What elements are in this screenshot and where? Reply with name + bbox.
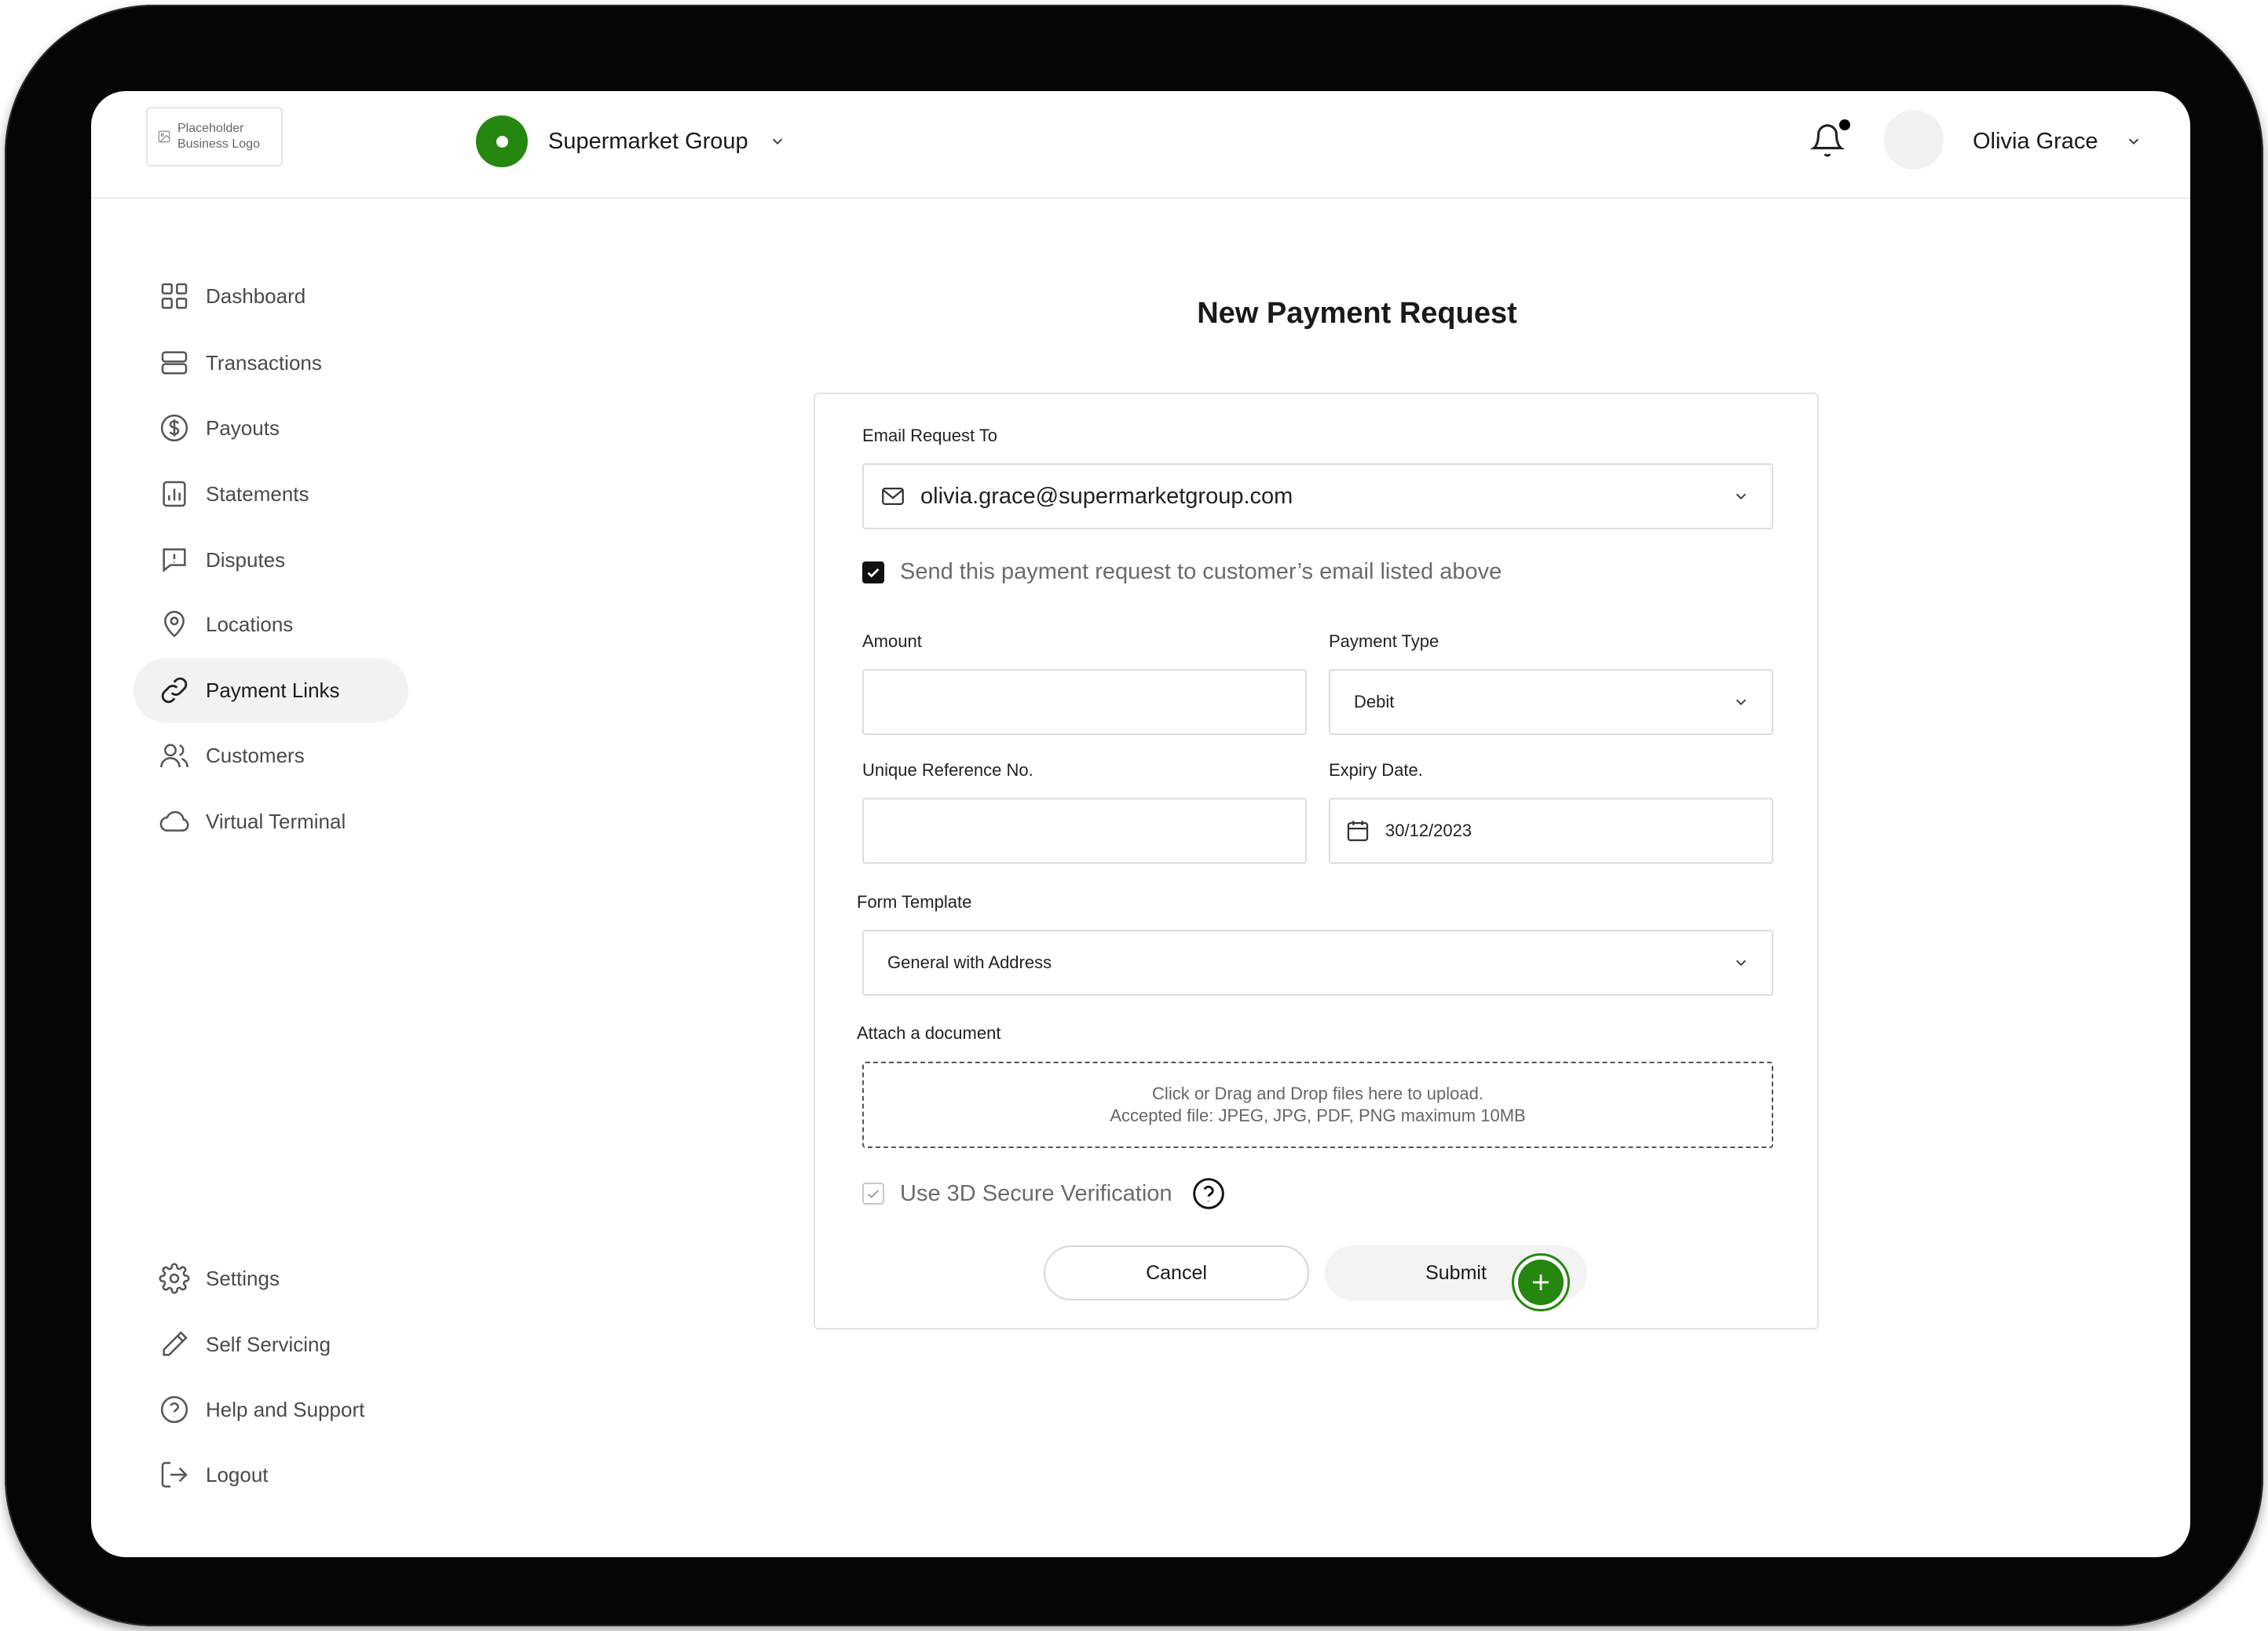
sidebar-item-label: Settings (206, 1266, 280, 1290)
sidebar-item-self-servicing[interactable]: Self Servicing (134, 1312, 408, 1377)
link-icon (161, 677, 188, 704)
top-header: Placeholder Business Logo Supermarket Gr… (91, 91, 2190, 199)
business-switcher[interactable]: Supermarket Group (476, 115, 786, 168)
plus-icon (1533, 1274, 1549, 1290)
pencil-icon (163, 1331, 188, 1356)
chevron-down-icon (2128, 138, 2138, 145)
sidebar-item-statements[interactable]: Statements (134, 462, 408, 526)
reference-input[interactable] (862, 798, 1307, 864)
image-placeholder-icon (158, 130, 170, 143)
logo-text-line2: Business Logo (177, 137, 260, 151)
stack-icon (161, 351, 188, 375)
email-select[interactable]: olivia.grace@supermarketgroup.com (862, 463, 1773, 529)
sidebar-item-customers[interactable]: Customers (134, 723, 408, 788)
chevron-down-icon (772, 138, 782, 145)
secure-verification-checkbox[interactable] (862, 1183, 884, 1205)
form-template-value: General with Address (887, 953, 1052, 972)
expiry-date-input[interactable]: 30/12/2023 (1329, 798, 1773, 864)
payment-type-label: Payment Type (1329, 631, 1439, 651)
map-pin-icon (164, 611, 185, 638)
payment-type-value: Debit (1354, 692, 1395, 711)
business-logo[interactable]: Placeholder Business Logo (146, 107, 283, 166)
sidebar-item-disputes[interactable]: Disputes (134, 528, 408, 592)
secure-verification-row: Use 3D Secure Verification (862, 1176, 1226, 1211)
send-email-checkbox[interactable] (862, 561, 884, 583)
logout-icon (161, 1461, 188, 1488)
notification-dot (1839, 119, 1850, 130)
business-name: Supermarket Group (548, 128, 748, 154)
send-email-label: Send this payment request to customer’s … (900, 559, 1502, 584)
sidebar-item-transactions[interactable]: Transactions (134, 331, 408, 395)
sidebar-item-label: Locations (206, 612, 294, 636)
logo-text: Placeholder Business Logo (177, 121, 260, 152)
reference-label: Unique Reference No. (862, 760, 1033, 780)
expiry-label: Expiry Date. (1329, 760, 1423, 780)
sidebar-item-payment-links[interactable]: Payment Links (134, 658, 408, 722)
gear-icon (159, 1263, 190, 1294)
sidebar-item-label: Logout (206, 1462, 269, 1487)
payment-request-form: Email Request To olivia.grace@supermarke… (814, 393, 1819, 1329)
email-value: olivia.grace@supermarketgroup.com (920, 483, 1293, 509)
sidebar-item-label: Virtual Terminal (206, 809, 346, 833)
sidebar-item-label: Payment Links (206, 678, 340, 702)
business-icon (476, 115, 528, 167)
calendar-icon (1347, 821, 1369, 842)
tablet-frame: Placeholder Business Logo Supermarket Gr… (5, 5, 2263, 1626)
sidebar-item-settings[interactable]: Settings (134, 1246, 408, 1311)
page-title: New Payment Request (1197, 297, 1517, 330)
sidebar-item-payouts[interactable]: Payouts (134, 396, 408, 460)
sidebar-item-label: Transactions (206, 350, 322, 375)
sidebar-item-virtual-terminal[interactable]: Virtual Terminal (134, 789, 408, 854)
dollar-circle-icon (160, 414, 188, 442)
email-label: Email Request To (862, 426, 998, 445)
check-icon (867, 1190, 880, 1198)
secure-verification-label: Use 3D Secure Verification (900, 1180, 1172, 1206)
app-screen: Placeholder Business Logo Supermarket Gr… (91, 91, 2190, 1557)
amount-label: Amount (862, 631, 922, 651)
sidebar-item-label: Statements (206, 481, 309, 506)
chevron-down-icon (1736, 699, 1747, 706)
payment-type-select[interactable]: Debit (1329, 669, 1773, 735)
template-label: Form Template (857, 892, 972, 912)
chevron-down-icon (1736, 493, 1747, 500)
sidebar-item-label: Payouts (206, 415, 280, 440)
users-icon (160, 744, 188, 768)
expiry-date-value: 30/12/2023 (1385, 821, 1472, 840)
avatar[interactable] (1884, 110, 1944, 170)
file-upload-dropzone[interactable]: Click or Drag and Drop files here to upl… (862, 1062, 1773, 1148)
help-circle-icon[interactable] (1191, 1176, 1226, 1211)
check-icon (867, 568, 880, 578)
add-button[interactable] (1512, 1253, 1570, 1311)
alert-message-icon (163, 548, 186, 572)
attach-label: Attach a document (857, 1023, 1001, 1043)
sidebar-item-help-and-support[interactable]: Help and Support (134, 1377, 408, 1442)
sidebar-item-label: Customers (206, 743, 305, 767)
sidebar-item-label: Disputes (206, 547, 286, 572)
sidebar-item-label: Self Servicing (206, 1332, 331, 1356)
sidebar-item-label: Help and Support (206, 1397, 365, 1421)
amount-input[interactable] (862, 669, 1307, 735)
upload-instructions: Click or Drag and Drop files here to upl… (1152, 1084, 1483, 1103)
chevron-down-icon (1736, 960, 1747, 967)
send-email-row: Send this payment request to customer’s … (862, 559, 1502, 585)
mail-icon (882, 487, 904, 506)
form-template-select[interactable]: General with Address (862, 930, 1773, 996)
sidebar-item-locations[interactable]: Locations (134, 592, 408, 656)
user-menu[interactable]: Olivia Grace (1973, 118, 2142, 165)
bar-chart-icon (163, 481, 186, 507)
logo-text-line1: Placeholder (177, 122, 244, 135)
user-name: Olivia Grace (1973, 128, 2098, 154)
cloud-icon (159, 810, 189, 832)
sidebar-item-logout[interactable]: Logout (134, 1443, 408, 1507)
cancel-button[interactable]: Cancel (1044, 1245, 1309, 1300)
help-circle-icon (160, 1395, 188, 1424)
upload-accepted-files: Accepted file: JPEG, JPG, PDF, PNG maxim… (1110, 1106, 1526, 1125)
